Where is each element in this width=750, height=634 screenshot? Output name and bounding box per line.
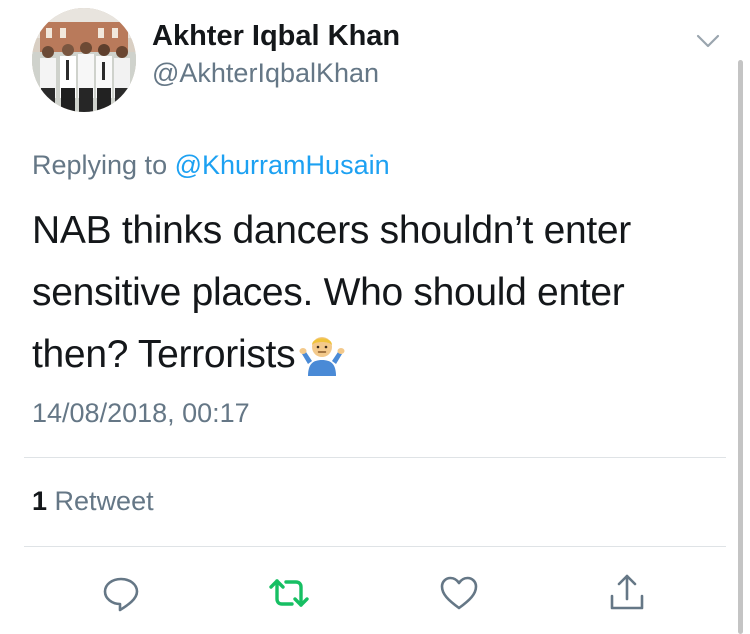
avatar[interactable] — [32, 8, 136, 112]
retweet-button[interactable] — [266, 570, 312, 616]
replying-to-label: Replying to — [32, 150, 168, 180]
person-shrugging-emoji-icon — [299, 330, 345, 376]
chevron-down-icon[interactable] — [693, 30, 723, 52]
replying-to: Replying to @KhurramHusain — [32, 150, 390, 181]
reply-button[interactable] — [98, 570, 144, 616]
retweet-count: 1 — [32, 486, 48, 516]
retweet-icon — [269, 579, 309, 607]
reply-mention-link[interactable]: @KhurramHusain — [175, 150, 390, 180]
tweet-detail: Akhter Iqbal Khan @AkhterIqbalKhan Reply… — [0, 0, 750, 634]
share-icon — [610, 574, 644, 610]
divider — [24, 546, 726, 547]
like-button[interactable] — [436, 570, 482, 616]
display-name[interactable]: Akhter Iqbal Khan — [152, 20, 400, 53]
scrollbar[interactable] — [738, 60, 743, 634]
retweet-stats-label: Retweet — [54, 486, 154, 516]
tweet-text: NAB thinks dancers shouldn’t enter sensi… — [32, 200, 712, 386]
reply-icon — [103, 577, 139, 612]
share-button[interactable] — [604, 570, 650, 616]
user-handle[interactable]: @AkhterIqbalKhan — [152, 58, 379, 89]
divider — [24, 457, 726, 458]
retweet-stats[interactable]: 1 Retweet — [32, 486, 154, 517]
heart-icon — [440, 576, 478, 610]
tweet-timestamp: 14/08/2018, 00:17 — [32, 398, 250, 428]
